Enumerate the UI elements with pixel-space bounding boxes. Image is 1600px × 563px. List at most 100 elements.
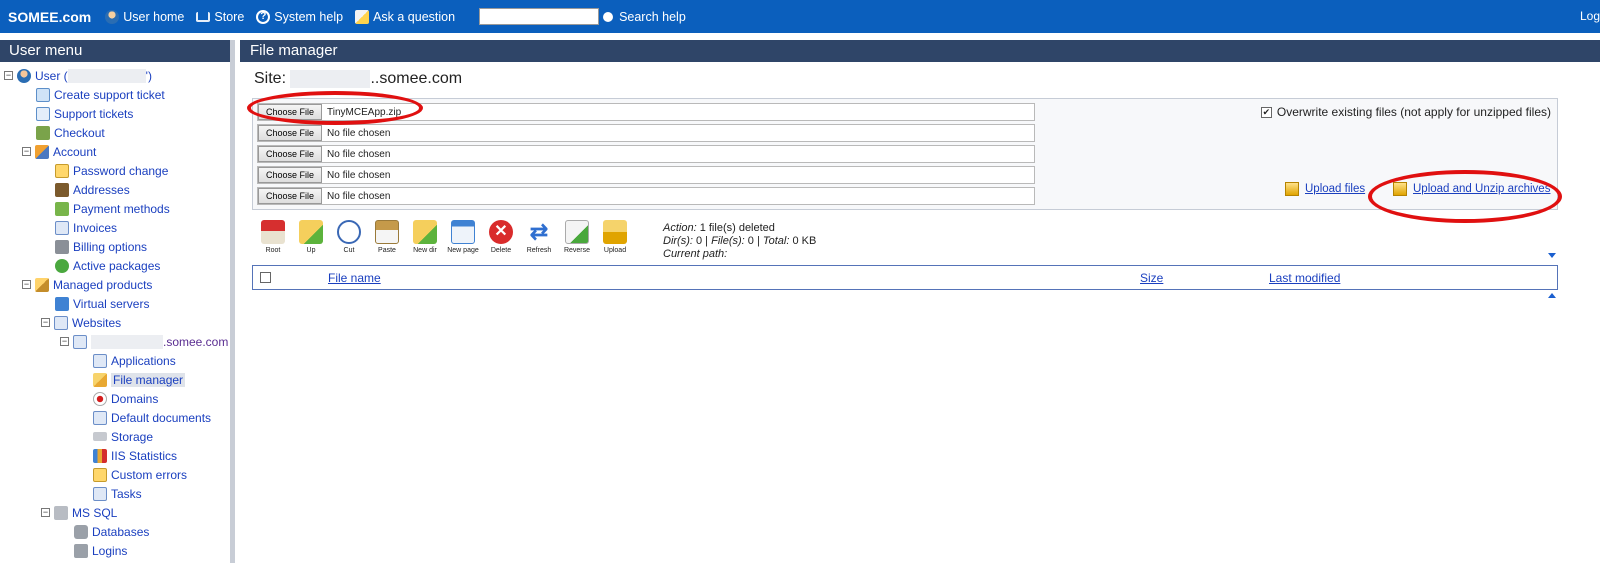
nav-store[interactable]: Store bbox=[196, 10, 244, 24]
choose-file-button[interactable]: Choose File bbox=[258, 104, 323, 120]
refresh-button[interactable]: ⇄ Refresh bbox=[520, 220, 558, 255]
file-input-4[interactable]: Choose File No file chosen bbox=[257, 166, 1035, 184]
collapse-icon[interactable]: − bbox=[22, 280, 31, 289]
scissors-icon bbox=[337, 220, 361, 244]
help-icon: ? bbox=[256, 9, 271, 24]
tree-item-applications[interactable]: Applications bbox=[93, 351, 176, 370]
tree-item-virtual-servers[interactable]: Virtual servers bbox=[55, 294, 149, 313]
brand-logo[interactable]: SOMEE.com bbox=[8, 9, 91, 25]
tree-item-user[interactable]: −User (xxxxxxxxxxxxx') bbox=[4, 66, 152, 85]
search-help-radio[interactable] bbox=[603, 11, 614, 22]
tasks-icon bbox=[93, 486, 107, 501]
domains-icon bbox=[93, 391, 107, 406]
collapse-icon[interactable]: − bbox=[4, 71, 13, 80]
tree-item-tasks[interactable]: Tasks bbox=[93, 484, 142, 503]
cart-icon bbox=[36, 125, 50, 140]
server-icon bbox=[55, 296, 69, 311]
collapse-icon[interactable]: − bbox=[41, 318, 50, 327]
column-size[interactable]: Size bbox=[1140, 271, 1163, 285]
choose-file-button[interactable]: Choose File bbox=[258, 167, 323, 183]
file-input-2[interactable]: Choose File No file chosen bbox=[257, 124, 1035, 142]
scroll-up-arrow-icon[interactable] bbox=[1548, 293, 1556, 298]
column-last-modified[interactable]: Last modified bbox=[1269, 271, 1340, 285]
collapse-icon[interactable]: − bbox=[41, 508, 50, 517]
logout-link[interactable]: Log bbox=[1580, 9, 1600, 23]
choose-file-button[interactable]: Choose File bbox=[258, 146, 323, 162]
file-input-5[interactable]: Choose File No file chosen bbox=[257, 187, 1035, 205]
tree-item-managed-products[interactable]: − Managed products bbox=[22, 275, 152, 294]
upload-unzip-link[interactable]: Upload and Unzip archives bbox=[1393, 182, 1550, 196]
database-icon bbox=[74, 524, 88, 539]
tree-item-invoices[interactable]: Invoices bbox=[55, 218, 117, 237]
top-bar: SOMEE.com User home Store ? System help A… bbox=[0, 0, 1600, 33]
tree-item-ms-sql[interactable]: − MS SQL bbox=[41, 503, 117, 522]
upload-button[interactable]: Upload bbox=[596, 220, 634, 254]
tree-item-support-tickets[interactable]: Support tickets bbox=[36, 104, 133, 123]
delete-button[interactable]: ✕ Delete bbox=[482, 220, 520, 254]
reverse-button[interactable]: Reverse bbox=[558, 220, 596, 254]
cut-button[interactable]: Cut bbox=[330, 220, 368, 254]
archive-icon bbox=[1393, 182, 1407, 196]
column-file-name[interactable]: File name bbox=[328, 271, 381, 285]
file-input-1[interactable]: Choose File TinyMCEApp.zip bbox=[257, 103, 1035, 121]
storage-icon bbox=[93, 432, 107, 441]
up-button[interactable]: Up bbox=[292, 220, 330, 254]
statistics-icon bbox=[93, 448, 107, 463]
new-dir-button[interactable]: New dir bbox=[406, 220, 444, 254]
tree-item-addresses[interactable]: Addresses bbox=[55, 180, 130, 199]
choose-file-button[interactable]: Choose File bbox=[258, 188, 323, 204]
upload-files-link[interactable]: Upload files bbox=[1285, 182, 1365, 196]
tree-item-password-change[interactable]: Password change bbox=[55, 161, 168, 180]
nav-system-help[interactable]: ? System help bbox=[256, 9, 343, 24]
tree-item-billing-options[interactable]: Billing options bbox=[55, 237, 147, 256]
upload-icon bbox=[1285, 182, 1299, 196]
collapse-icon[interactable]: − bbox=[22, 147, 31, 156]
tree-item-checkout[interactable]: Checkout bbox=[36, 123, 105, 142]
tree-item-file-manager[interactable]: File manager bbox=[93, 370, 186, 389]
document-icon bbox=[93, 410, 107, 425]
search-input[interactable] bbox=[479, 8, 600, 25]
paste-button[interactable]: Paste bbox=[368, 220, 406, 254]
delete-icon: ✕ bbox=[489, 220, 513, 244]
tree-item-create-support-ticket[interactable]: Create support ticket bbox=[36, 85, 165, 104]
user-icon bbox=[105, 9, 120, 24]
status-info: Action: 1 file(s) deleted Dir(s): 0 | Fi… bbox=[663, 222, 817, 260]
upload-icon bbox=[603, 220, 627, 244]
ask-question-icon bbox=[355, 9, 370, 24]
account-icon bbox=[35, 144, 49, 159]
overwrite-option[interactable]: ✔ Overwrite existing files (not apply for… bbox=[1260, 105, 1551, 119]
root-button[interactable]: Root bbox=[254, 220, 292, 254]
tree-item-site[interactable]: −xxxxxxxxxxxx.somee.com bbox=[60, 332, 228, 351]
tree-item-active-packages[interactable]: Active packages bbox=[55, 256, 160, 275]
refresh-green-icon bbox=[55, 258, 69, 273]
choose-file-button[interactable]: Choose File bbox=[258, 125, 323, 141]
file-grid-header: File name Size Last modified bbox=[252, 265, 1558, 290]
overwrite-checkbox[interactable]: ✔ bbox=[1260, 106, 1272, 118]
user-icon bbox=[17, 68, 31, 83]
website-icon bbox=[73, 334, 87, 349]
address-book-icon bbox=[55, 182, 69, 197]
nav-user-home[interactable]: User home bbox=[105, 9, 184, 24]
tree-item-websites[interactable]: − Websites bbox=[41, 313, 121, 332]
paste-icon bbox=[375, 220, 399, 244]
scroll-down-arrow-icon[interactable] bbox=[1548, 253, 1556, 258]
tree-item-payment-methods[interactable]: Payment methods bbox=[55, 199, 170, 218]
tree-item-databases[interactable]: Databases bbox=[74, 522, 149, 541]
website-icon bbox=[54, 315, 68, 330]
tree-item-logins[interactable]: Logins bbox=[74, 541, 127, 560]
collapse-icon[interactable]: − bbox=[60, 337, 69, 346]
nav-ask-question[interactable]: Ask a question bbox=[355, 9, 455, 24]
search-help-label[interactable]: Search help bbox=[619, 10, 686, 24]
tree-item-account[interactable]: − Account bbox=[22, 142, 96, 161]
sidebar-title: User menu bbox=[0, 40, 230, 62]
calculator-icon bbox=[55, 239, 69, 254]
tickets-icon bbox=[36, 106, 50, 121]
tree-item-iis-statistics[interactable]: IIS Statistics bbox=[93, 446, 177, 465]
tree-item-domains[interactable]: Domains bbox=[93, 389, 158, 408]
select-all-checkbox[interactable] bbox=[260, 272, 271, 283]
tree-item-storage[interactable]: Storage bbox=[93, 427, 153, 446]
tree-item-default-documents[interactable]: Default documents bbox=[93, 408, 211, 427]
file-input-3[interactable]: Choose File No file chosen bbox=[257, 145, 1035, 163]
tree-item-custom-errors[interactable]: Custom errors bbox=[93, 465, 187, 484]
new-page-button[interactable]: New page bbox=[444, 220, 482, 254]
